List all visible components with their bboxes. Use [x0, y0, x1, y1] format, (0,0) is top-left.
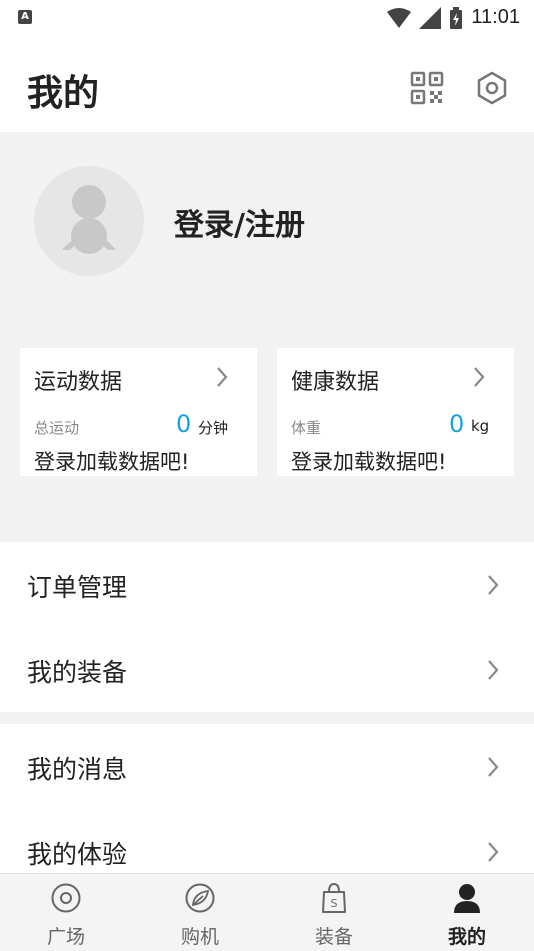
- card-sub-label: 总运动: [34, 419, 80, 437]
- default-avatar-icon: [62, 185, 116, 254]
- profile-section[interactable]: 登录/注册: [0, 132, 534, 342]
- menu-item-label: 订单管理: [27, 573, 128, 602]
- svg-text:S: S: [331, 897, 338, 910]
- tab-label: 购机: [180, 926, 219, 948]
- card-unit: kg: [471, 417, 490, 435]
- card-unit: 分钟: [198, 419, 229, 437]
- tab-label: 装备: [314, 926, 353, 948]
- page-title: 我的: [27, 73, 100, 114]
- chevron-right-icon: [217, 367, 228, 387]
- battery-icon: [450, 6, 463, 29]
- menu-item-orders[interactable]: 订单管理: [0, 542, 534, 627]
- tab-equipment[interactable]: S 装备: [294, 874, 374, 951]
- card-title: 运动数据: [34, 370, 123, 395]
- page-header: 我的: [0, 36, 534, 132]
- tab-buy[interactable]: 购机: [160, 874, 240, 951]
- chevron-right-icon: [488, 757, 499, 777]
- status-bar: A 11:01: [0, 0, 534, 36]
- status-time: 11:01: [471, 6, 520, 28]
- card-sub-label: 体重: [291, 419, 322, 437]
- leaf-icon: [185, 883, 215, 913]
- avatar[interactable]: [34, 166, 144, 276]
- settings-icon[interactable]: [474, 70, 510, 106]
- wifi-icon: [387, 7, 412, 28]
- card-value: 0: [449, 410, 465, 438]
- bottom-tab-bar: 广场 购机 S 装备 我的: [0, 873, 534, 951]
- tab-square[interactable]: 广场: [26, 874, 106, 951]
- person-icon: [454, 884, 480, 913]
- menu-group-messages: 我的消息 我的体验: [0, 724, 534, 894]
- cell-signal-icon: [419, 6, 442, 29]
- chevron-right-icon: [488, 575, 499, 595]
- menu-item-label: 我的体验: [27, 840, 128, 869]
- card-value: 0: [176, 410, 192, 438]
- login-register-link[interactable]: 登录/注册: [174, 200, 305, 244]
- menu-item-messages[interactable]: 我的消息: [0, 724, 534, 809]
- sport-data-card[interactable]: 运动数据 总运动 0 分钟 登录加载数据吧!: [20, 348, 257, 476]
- shopping-bag-icon: S: [322, 882, 346, 913]
- card-footer: 登录加载数据吧!: [34, 450, 190, 474]
- tab-label: 广场: [46, 926, 85, 948]
- card-footer: 登录加载数据吧!: [291, 450, 447, 474]
- card-title: 健康数据: [291, 370, 380, 395]
- menu-group-orders: 订单管理 我的装备: [0, 542, 534, 712]
- tab-label: 我的: [447, 926, 486, 948]
- health-data-card[interactable]: 健康数据 体重 0 kg 登录加载数据吧!: [277, 348, 514, 476]
- status-right: 11:01: [387, 6, 520, 29]
- menu-item-label: 我的消息: [27, 755, 128, 784]
- chevron-right-icon: [488, 842, 499, 862]
- qr-code-icon[interactable]: [409, 70, 445, 106]
- tab-mine[interactable]: 我的: [427, 874, 507, 951]
- menu-item-label: 我的装备: [27, 658, 128, 687]
- chevron-right-icon: [488, 660, 499, 680]
- menu-item-equipment[interactable]: 我的装备: [0, 627, 534, 712]
- circle-target-icon: [51, 883, 81, 913]
- notification-badge-icon: A: [18, 10, 32, 24]
- chevron-right-icon: [474, 367, 485, 387]
